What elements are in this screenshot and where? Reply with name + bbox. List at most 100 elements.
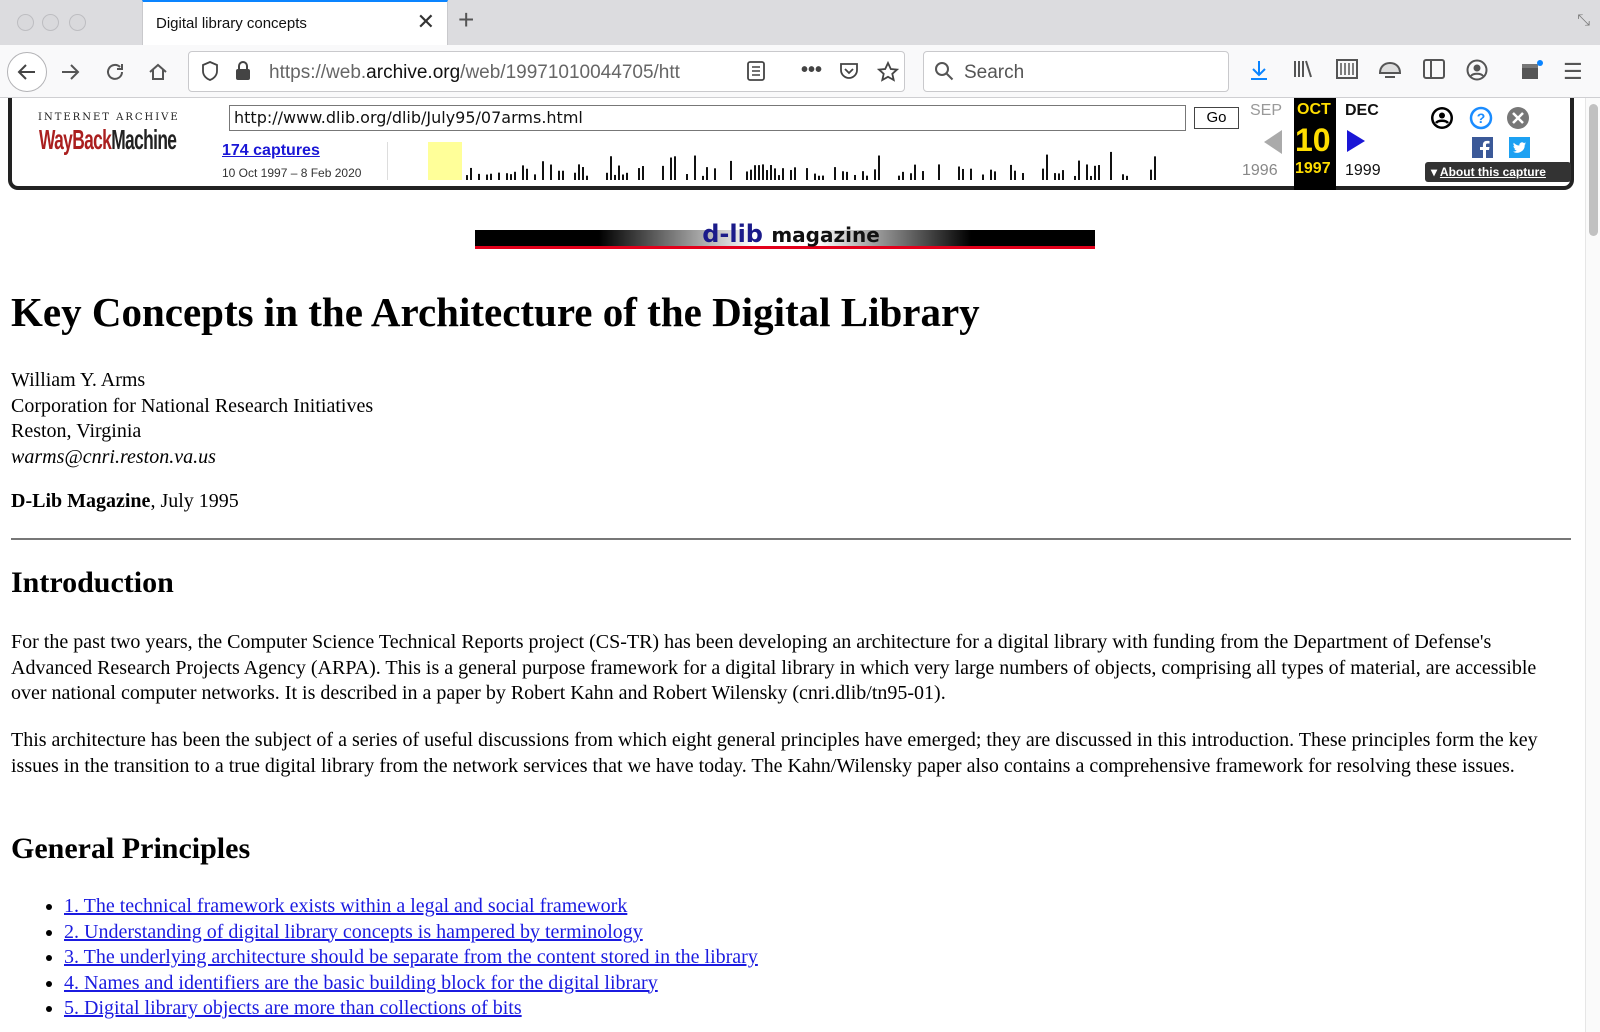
download-icon[interactable]	[1249, 59, 1269, 87]
sparkline-bar	[522, 165, 524, 180]
url-path: /web/19971010044705/htt	[460, 62, 680, 83]
sparkline-bar	[854, 174, 856, 180]
sparkline-bar	[822, 175, 824, 180]
principles-list: 1. The technical framework exists within…	[36, 894, 758, 1022]
whats-new-icon[interactable]	[1520, 59, 1544, 87]
sparkline-bar	[790, 169, 792, 180]
account-icon[interactable]	[1466, 59, 1488, 87]
forward-button[interactable]	[52, 54, 88, 90]
new-tab-button[interactable]: +	[458, 6, 474, 34]
prev-month-label[interactable]: SEP	[1250, 102, 1282, 120]
principle-link-2[interactable]: 2. Understanding of digital library conc…	[64, 921, 643, 943]
author-email: warms@cnri.reston.va.us	[11, 445, 216, 468]
sparkline-bar	[670, 157, 672, 180]
sparkline-bar	[818, 175, 820, 180]
sparkline-bar	[610, 156, 612, 180]
sparkline-bar	[1150, 169, 1152, 180]
sidebar-icon[interactable]	[1423, 59, 1445, 85]
back-button[interactable]	[7, 52, 47, 92]
list-item: 5. Digital library objects are more than…	[64, 996, 758, 1022]
vertical-scrollbar[interactable]	[1585, 98, 1600, 1032]
sparkline-bar	[562, 170, 564, 180]
restore-icon[interactable]: ⤡	[1577, 12, 1590, 30]
library-icon[interactable]	[1292, 59, 1314, 85]
author-name: William Y. Arms	[11, 369, 146, 391]
scrollbar-thumb[interactable]	[1589, 104, 1598, 236]
twitter-icon[interactable]	[1509, 137, 1531, 159]
wayback-logo[interactable]: WayBackMachine	[39, 124, 177, 156]
url-text[interactable]: https://web.archive.org/web/199710100447…	[269, 62, 739, 84]
navigation-toolbar: https://web.archive.org/web/199710100447…	[0, 45, 1600, 98]
archive-icon[interactable]	[1336, 59, 1358, 85]
close-window-button[interactable]	[17, 14, 34, 31]
search-bar[interactable]: Search	[923, 51, 1229, 92]
horizontal-rule	[11, 538, 1571, 540]
sparkline-bar	[702, 175, 704, 180]
sparkline-bar	[490, 173, 492, 180]
sparkline-bar	[618, 165, 620, 180]
address-bar[interactable]: https://web.archive.org/web/199710100447…	[188, 51, 905, 92]
sparkline-bar	[982, 174, 984, 180]
sparkline-bar	[686, 174, 688, 180]
menu-icon[interactable]: ☰	[1563, 59, 1583, 85]
article-title: Key Concepts in the Architecture of the …	[11, 289, 980, 335]
sparkline-bar	[834, 167, 836, 180]
sparkline-bar	[874, 169, 876, 180]
zoom-window-button[interactable]	[69, 14, 86, 31]
prev-year-label[interactable]: 1996	[1242, 162, 1278, 180]
next-capture-arrow-icon[interactable]	[1347, 130, 1365, 152]
sparkline-bar	[694, 155, 696, 180]
sparkline-bar	[638, 168, 640, 180]
minimize-window-button[interactable]	[42, 14, 59, 31]
tab-close-icon[interactable]: ✕	[417, 11, 435, 33]
shield-icon[interactable]	[201, 61, 219, 86]
citation: D-Lib Magazine, July 1995	[11, 490, 239, 513]
more-actions-icon[interactable]: •••	[801, 59, 822, 82]
captures-link[interactable]: 174 captures	[222, 142, 320, 160]
help-icon[interactable]: ?	[1469, 106, 1493, 130]
reload-icon	[107, 63, 123, 80]
home-button[interactable]	[140, 54, 176, 90]
search-icon	[934, 61, 954, 86]
sparkline-bars	[446, 151, 1156, 180]
sparkline-bar	[558, 170, 560, 180]
sparkline-bar	[962, 168, 964, 180]
next-year-label[interactable]: 1999	[1345, 162, 1381, 180]
about-capture-button[interactable]: ▾ About this capture	[1425, 162, 1571, 182]
tab-active[interactable]: Digital library concepts ✕	[142, 0, 448, 45]
user-icon[interactable]	[1430, 106, 1453, 129]
introduction-heading: Introduction	[11, 566, 174, 599]
sparkline-bar	[514, 171, 516, 180]
sparkline-bar	[1126, 175, 1128, 180]
sparkline-bar	[1094, 165, 1096, 180]
sparkline-bar	[470, 167, 472, 180]
pocket-icon[interactable]	[839, 61, 859, 86]
bookmark-star-icon[interactable]	[876, 60, 900, 88]
reload-button[interactable]	[97, 54, 133, 90]
close-toolbar-icon[interactable]	[1506, 106, 1529, 129]
sparkline-bar	[970, 168, 972, 180]
sparkline-bar	[746, 171, 748, 180]
current-capture-date: OCT 10 1997	[1294, 98, 1336, 190]
principle-link-3[interactable]: 3. The underlying architecture should be…	[64, 946, 758, 968]
wayback-go-button[interactable]: Go	[1194, 107, 1239, 129]
wayback-url-input[interactable]: http://www.dlib.org/dlib/July95/07arms.h…	[229, 105, 1186, 131]
url-domain: archive.org	[366, 62, 461, 83]
sparkline-bar	[782, 168, 784, 180]
extension-icon[interactable]	[1378, 59, 1402, 85]
lock-icon[interactable]	[235, 61, 251, 86]
facebook-icon[interactable]	[1472, 137, 1494, 159]
sparkline-bar	[762, 164, 764, 180]
principle-link-4[interactable]: 4. Names and identifiers are the basic b…	[64, 972, 658, 994]
sparkline-bar	[706, 167, 708, 180]
search-placeholder: Search	[964, 62, 1025, 83]
next-month-label[interactable]: DEC	[1345, 102, 1379, 120]
intro-paragraph-2: This architecture has been the subject o…	[11, 729, 1538, 777]
svg-text:?: ?	[1477, 110, 1486, 126]
principle-link-5[interactable]: 5. Digital library objects are more than…	[64, 997, 522, 1019]
reader-view-icon[interactable]	[747, 61, 765, 86]
capture-sparkline[interactable]	[387, 142, 1227, 180]
principle-link-1[interactable]: 1. The technical framework exists within…	[64, 895, 627, 917]
list-item: 2. Understanding of digital library conc…	[64, 920, 758, 946]
wayback-logo-word-2: Machine	[111, 124, 177, 155]
